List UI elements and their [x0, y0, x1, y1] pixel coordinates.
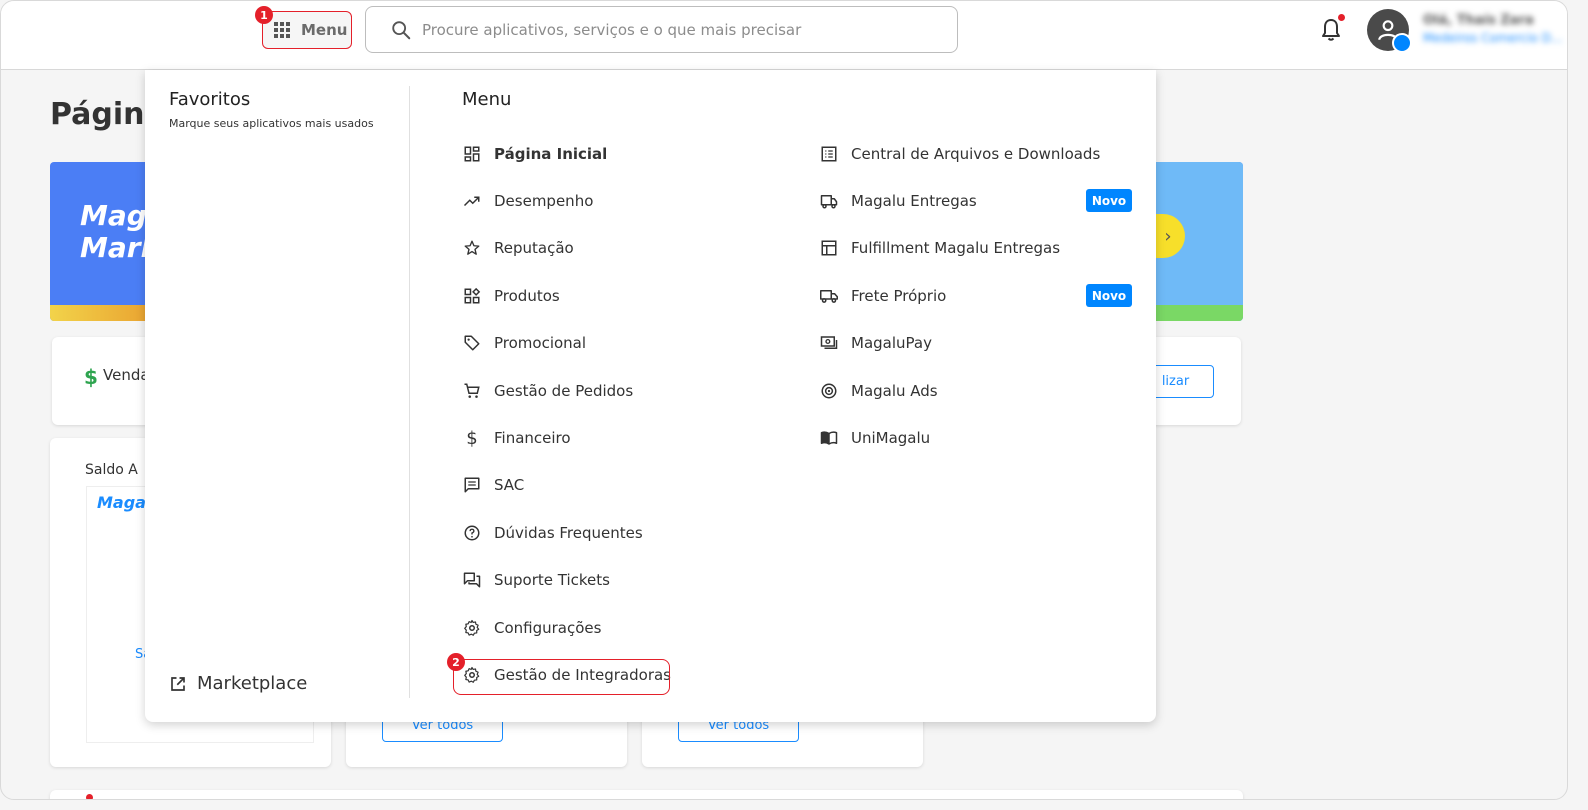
- menu-dropdown-panel: Favoritos Marque seus aplicativos mais u…: [145, 70, 1156, 722]
- menu-item-sac[interactable]: SAC: [462, 470, 524, 500]
- user-name[interactable]: Olá, Thaís Zara: [1423, 13, 1534, 28]
- notification-dot: [1338, 14, 1345, 21]
- app-window: Página Magalu Mark › $ Venda lizar Saldo…: [0, 0, 1568, 800]
- search-input[interactable]: [422, 20, 942, 39]
- cart-icon: [462, 381, 482, 401]
- highlight-box: [453, 659, 670, 695]
- user-company[interactable]: Medeiros Comercio D...: [1423, 31, 1562, 45]
- target-icon: [819, 381, 839, 401]
- menu-item-label: UniMagalu: [851, 429, 931, 447]
- menu-item-label: Fulfillment Magalu Entregas: [851, 239, 1061, 257]
- dollar-icon: $: [466, 427, 478, 449]
- menu-item-suporte-tickets[interactable]: Suporte Tickets: [462, 565, 610, 595]
- gear-icon: [462, 618, 482, 638]
- bottom-card: [50, 790, 1243, 799]
- top-bar: Menu 1 Olá, Thaís Zara Medeiros Comercio…: [1, 1, 1567, 70]
- menu-item-duvidas-frequentes[interactable]: Dúvidas Frequentes: [462, 518, 643, 548]
- menu-item-label: Página Inicial: [494, 145, 608, 163]
- menu-item-magalu-entregas[interactable]: Magalu Entregas: [819, 186, 977, 216]
- menu-item-label: Dúvidas Frequentes: [494, 524, 643, 542]
- dollar-icon: $: [84, 365, 98, 389]
- menu-item-frete-proprio[interactable]: Frete Próprio: [819, 281, 946, 311]
- menu-item-magalu-ads[interactable]: Magalu Ads: [819, 376, 938, 406]
- notification-bell-icon[interactable]: [1319, 17, 1343, 43]
- list-icon: [819, 144, 839, 164]
- favorites-subtitle: Marque seus aplicativos mais usados: [169, 117, 374, 130]
- menu-item-label: SAC: [494, 476, 525, 494]
- products-icon: [462, 286, 482, 306]
- menu-item-unimagalu[interactable]: UniMagalu: [819, 423, 930, 453]
- menu-item-label: Suporte Tickets: [494, 571, 610, 589]
- menu-item-label: Desempenho: [494, 192, 594, 210]
- sales-label: Venda: [103, 366, 150, 384]
- menu-item-label: Magalu Entregas: [851, 192, 977, 210]
- truck-icon: [819, 286, 839, 306]
- menu-item-financeiro[interactable]: $ Financeiro: [462, 423, 571, 453]
- tag-icon: [462, 333, 482, 353]
- magalu-logo: Magal: [97, 493, 152, 512]
- menu-button[interactable]: Menu: [262, 11, 352, 49]
- external-link-icon: [171, 676, 185, 691]
- menu-item-gestao-de-pedidos[interactable]: Gestão de Pedidos: [462, 376, 633, 406]
- search-bar[interactable]: [365, 6, 958, 53]
- menu-item-label: Reputação: [494, 239, 574, 257]
- avatar-status-dot: [1392, 33, 1412, 53]
- warehouse-icon: [819, 238, 839, 258]
- help-icon: [462, 523, 482, 543]
- red-dot-indicator: [86, 794, 93, 799]
- menu-item-label: Magalu Ads: [851, 382, 938, 400]
- panel-divider: [409, 86, 410, 698]
- delivery-icon: [819, 191, 839, 211]
- menu-item-produtos[interactable]: Produtos: [462, 281, 560, 311]
- dashboard-icon: [462, 144, 482, 164]
- favorites-title: Favoritos: [169, 89, 251, 110]
- menu-item-label: Gestão de Pedidos: [494, 382, 634, 400]
- menu-item-label: MagaluPay: [851, 334, 932, 352]
- marketplace-link[interactable]: Marketplace: [169, 673, 307, 694]
- menu-item-label: Configurações: [494, 619, 602, 637]
- step-marker-2: 2: [447, 653, 465, 671]
- apps-grid-icon: [274, 22, 290, 38]
- menu-title: Menu: [462, 89, 512, 110]
- new-badge: Novo: [1086, 189, 1132, 212]
- menu-item-label: Promocional: [494, 334, 587, 352]
- balance-label: Saldo A: [85, 462, 138, 478]
- book-icon: [819, 428, 839, 448]
- menu-item-label: Financeiro: [494, 429, 571, 447]
- search-icon: [392, 20, 411, 39]
- message-icon: [462, 475, 482, 495]
- new-badge: Novo: [1086, 284, 1132, 307]
- menu-item-desempenho[interactable]: Desempenho: [462, 186, 593, 216]
- menu-item-pagina-inicial[interactable]: Página Inicial: [462, 139, 607, 169]
- menu-item-reputacao[interactable]: Reputação: [462, 233, 574, 263]
- star-icon: [462, 238, 482, 258]
- forum-icon: [462, 570, 482, 590]
- menu-button-label: Menu: [301, 21, 348, 39]
- menu-item-label: Frete Próprio: [851, 287, 947, 305]
- menu-item-central-de-arquivos[interactable]: Central de Arquivos e Downloads: [819, 139, 1100, 169]
- menu-item-promocional[interactable]: Promocional: [462, 328, 586, 358]
- menu-item-label: Produtos: [494, 287, 560, 305]
- step-marker-1: 1: [255, 6, 273, 24]
- menu-item-fulfillment[interactable]: Fulfillment Magalu Entregas: [819, 233, 1060, 263]
- marketplace-label: Marketplace: [197, 673, 308, 694]
- trending-up-icon: [462, 191, 482, 211]
- menu-item-configuracoes[interactable]: Configurações: [462, 613, 601, 643]
- menu-item-label: Central de Arquivos e Downloads: [851, 145, 1101, 163]
- menu-item-magalupay[interactable]: MagaluPay: [819, 328, 932, 358]
- pay-icon: [819, 333, 839, 353]
